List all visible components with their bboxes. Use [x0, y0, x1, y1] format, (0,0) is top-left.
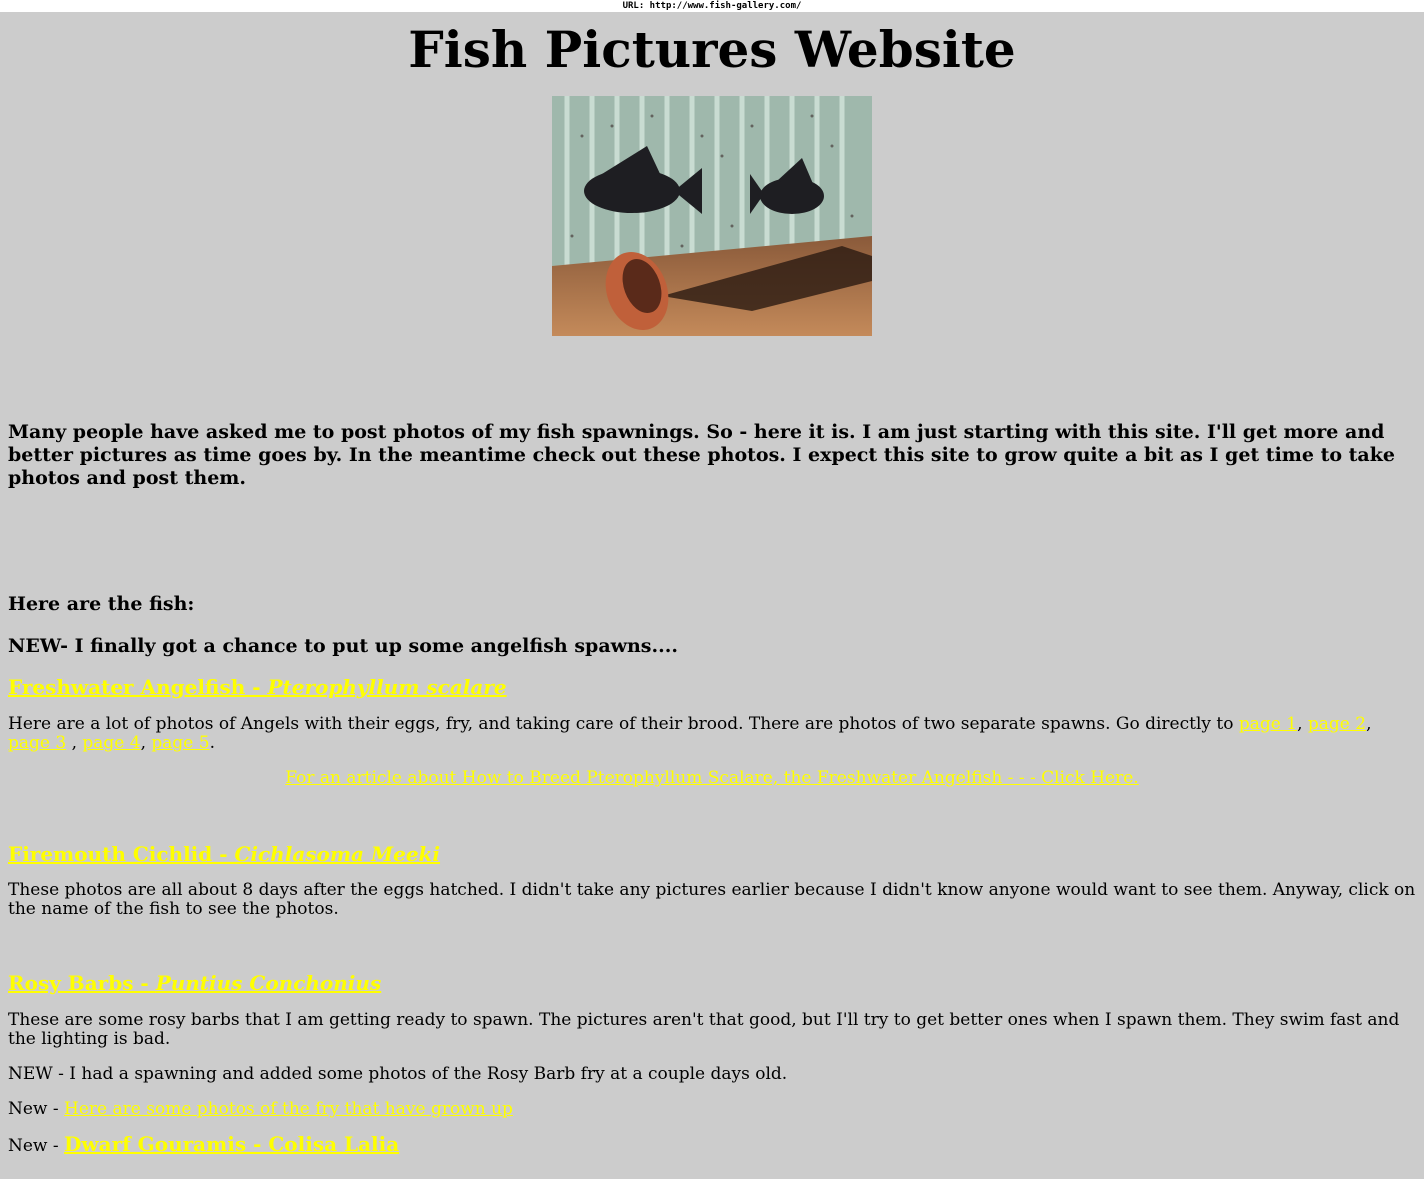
rosy-barbs-latin: Puntius Conchonius: [155, 971, 382, 995]
rosy-barbs-link[interactable]: Rosy Barbs - Puntius Conchonius: [8, 971, 1416, 995]
angelfish-article-link[interactable]: For an article about How to Breed Pterop…: [285, 768, 1138, 788]
angelfish-article-paragraph: For an article about How to Breed Pterop…: [8, 769, 1416, 788]
firemouth-link[interactable]: Firemouth Cichlid - Cichlasoma Meeki: [8, 842, 1416, 866]
rosy-barbs-description: These are some rosy barbs that I am gett…: [8, 1010, 1400, 1049]
url-bar: URL: http://www.fish-gallery.com/: [0, 0, 1424, 12]
rosy-fry-paragraph: New - Here are some photos of the fry th…: [8, 1099, 513, 1119]
firemouth-description: These photos are all about 8 days after …: [8, 880, 1416, 919]
rosy-barbs-new-note: NEW - I had a spawning and added some ph…: [8, 1064, 788, 1084]
angelfish-latin: Pterophyllum scalare: [267, 675, 507, 699]
rosy-barbs-title-link[interactable]: Rosy Barbs - Puntius Conchonius: [8, 971, 381, 995]
here-fish-heading: Here are the fish:: [8, 593, 195, 615]
angelfish-link[interactable]: Freshwater Angelfish - Pterophyllum scal…: [8, 675, 1416, 699]
new-angelfish-heading: NEW- I finally got a chance to put up so…: [8, 635, 678, 657]
angelfish-description: Here are a lot of photos of Angels with …: [8, 714, 1372, 753]
intro-paragraph: Many people have asked me to post photos…: [8, 421, 1395, 489]
gourami-link[interactable]: Dwarf Gouramis - Colisa Lalia: [64, 1132, 399, 1156]
page-2-link[interactable]: page 2: [1308, 714, 1366, 734]
rosy-fry-link[interactable]: Here are some photos of the fry that hav…: [64, 1099, 513, 1119]
fish-photo: [552, 96, 872, 336]
page-1-link[interactable]: page 1: [1239, 714, 1297, 734]
firemouth-title-link[interactable]: Firemouth Cichlid - Cichlasoma Meeki: [8, 842, 440, 866]
page-title: Fish Pictures Website: [408, 20, 1016, 79]
page-3-link[interactable]: page 3: [8, 733, 66, 753]
page-4-link[interactable]: page 4: [82, 733, 140, 753]
angelfish-title-link[interactable]: Freshwater Angelfish - Pterophyllum scal…: [8, 675, 507, 699]
page-content: Fish Pictures Website Many people have a…: [0, 20, 1424, 1156]
page-5-link[interactable]: page 5: [151, 733, 209, 753]
gourami-paragraph: New - Dwarf Gouramis - Colisa Lalia: [8, 1132, 400, 1156]
firemouth-latin: Cichlasoma Meeki: [234, 842, 441, 866]
